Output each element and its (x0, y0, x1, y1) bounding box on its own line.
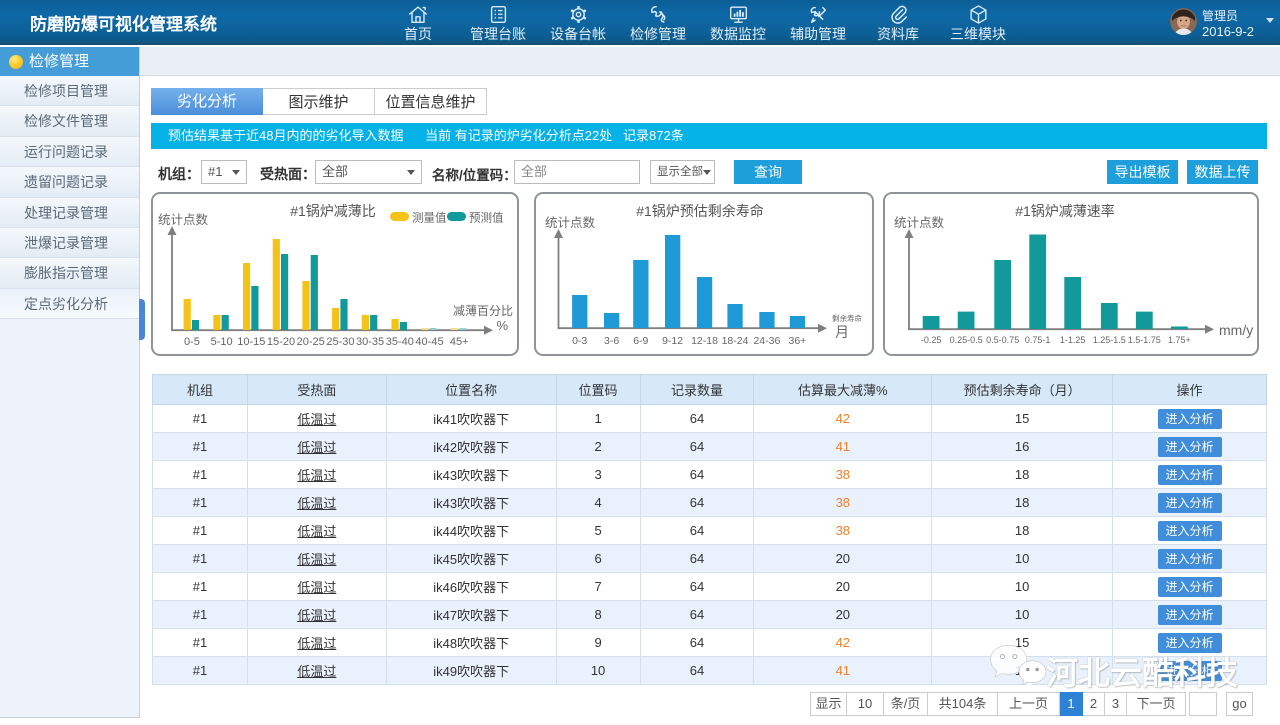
svg-text:10-15: 10-15 (237, 336, 265, 348)
svg-text:6-9: 6-9 (633, 335, 648, 347)
svg-text:0-3: 0-3 (572, 335, 587, 347)
svg-text:%: % (496, 318, 508, 333)
svg-text:#1锅炉减薄比: #1锅炉减薄比 (290, 203, 376, 219)
svg-text:5-10: 5-10 (211, 336, 233, 348)
svg-text:统计点数: 统计点数 (545, 215, 596, 230)
svg-text:45+: 45+ (450, 336, 469, 348)
svg-text:35-40: 35-40 (386, 336, 414, 348)
svg-text:1-1.25: 1-1.25 (1060, 335, 1086, 345)
svg-text:测量值: 测量值 (412, 212, 447, 225)
svg-text:1.75+: 1.75+ (1168, 335, 1191, 345)
svg-text:#1锅炉预估剩余寿命: #1锅炉预估剩余寿命 (636, 203, 764, 219)
svg-text:1.5-1.75: 1.5-1.75 (1128, 335, 1161, 345)
svg-text:0.5-0.75: 0.5-0.75 (986, 335, 1019, 345)
svg-text:9-12: 9-12 (662, 335, 683, 347)
svg-text:24-36: 24-36 (753, 335, 780, 347)
svg-text:40-45: 40-45 (415, 336, 443, 348)
svg-text:月: 月 (835, 324, 849, 340)
svg-text:3-6: 3-6 (604, 335, 619, 347)
svg-text:剩余寿命: 剩余寿命 (832, 313, 862, 323)
svg-text:30-35: 30-35 (356, 336, 384, 348)
svg-text:0-5: 0-5 (184, 336, 200, 348)
svg-text:15-20: 15-20 (267, 336, 295, 348)
svg-text:0.25-0.5: 0.25-0.5 (950, 335, 983, 345)
svg-text:#1锅炉减薄速率: #1锅炉减薄速率 (1015, 203, 1115, 219)
svg-text:-0.25: -0.25 (921, 335, 942, 345)
svg-text:12-18: 12-18 (691, 335, 718, 347)
svg-text:0.75-1: 0.75-1 (1025, 335, 1051, 345)
svg-text:36+: 36+ (788, 335, 806, 347)
svg-text:25-30: 25-30 (326, 336, 354, 348)
svg-text:20-25: 20-25 (297, 336, 325, 348)
svg-text:预测值: 预测值 (469, 212, 504, 225)
svg-text:统计点数: 统计点数 (894, 215, 945, 230)
svg-text:1.25-1.5: 1.25-1.5 (1093, 335, 1126, 345)
svg-text:18-24: 18-24 (722, 335, 749, 347)
svg-text:减薄百分比: 减薄百分比 (453, 303, 513, 318)
svg-text:mm/y: mm/y (1219, 322, 1253, 338)
svg-text:统计点数: 统计点数 (158, 212, 209, 227)
